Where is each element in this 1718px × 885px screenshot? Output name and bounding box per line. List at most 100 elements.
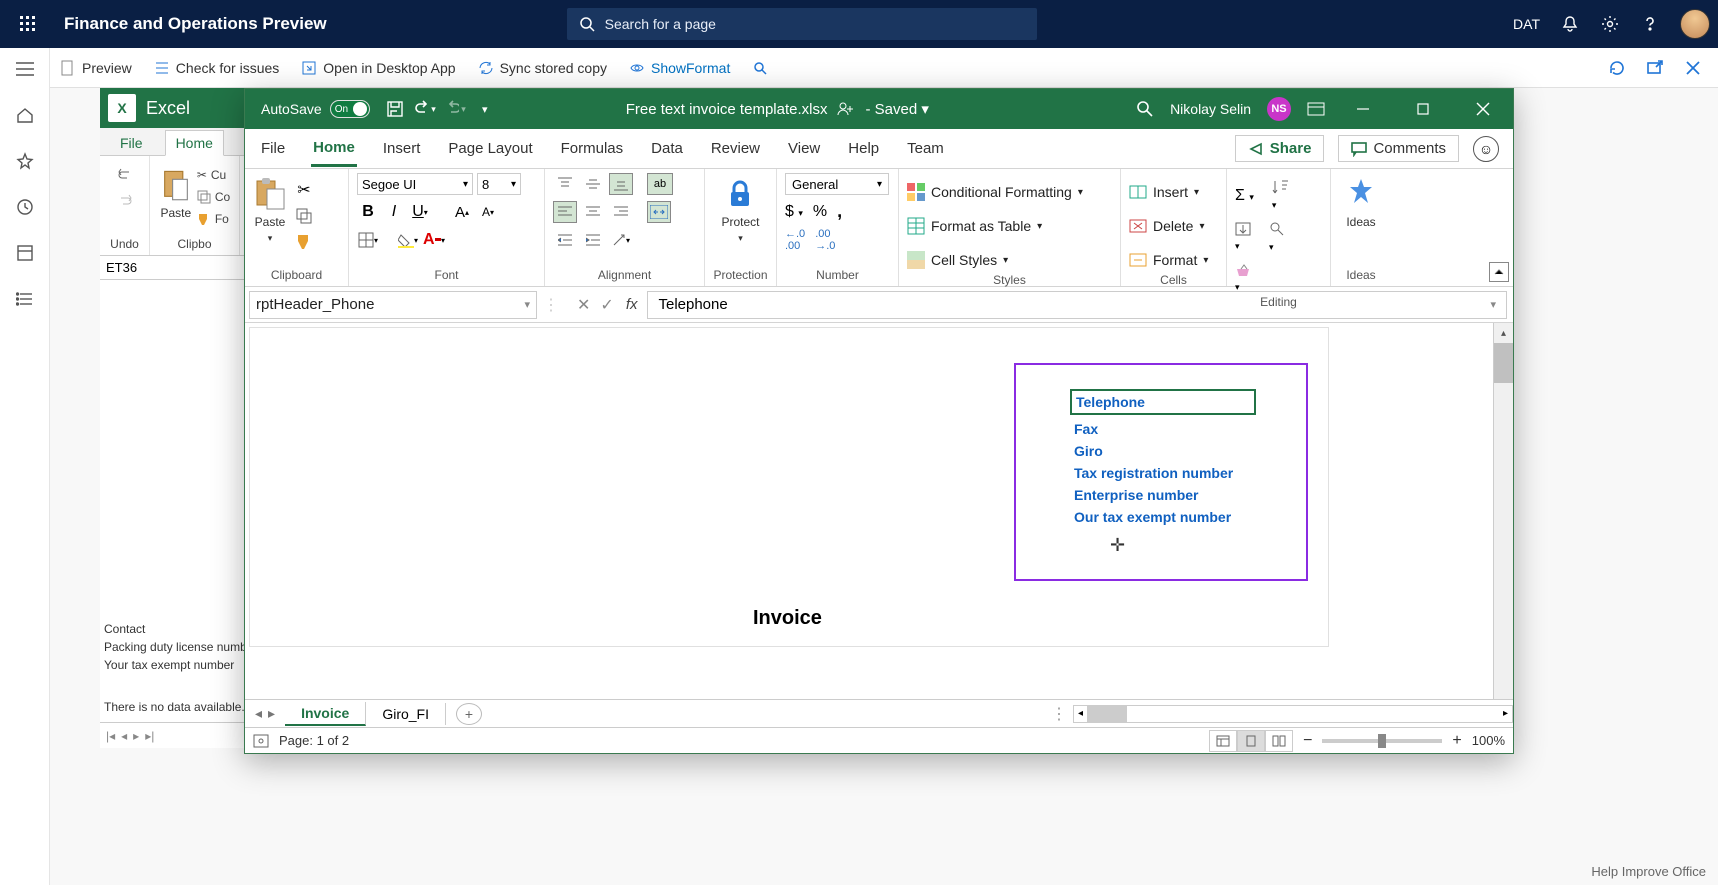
- wrap-text-icon[interactable]: ab: [647, 173, 673, 195]
- align-left-icon[interactable]: [553, 201, 577, 223]
- clear-icon[interactable]: ▾: [1235, 263, 1251, 295]
- hamburger-icon[interactable]: [14, 58, 36, 80]
- percent-icon[interactable]: %: [813, 203, 827, 221]
- increase-decimal-icon[interactable]: ←.0.00: [785, 228, 805, 252]
- xo-cut[interactable]: ✂ Cu: [197, 168, 230, 182]
- decrease-indent-icon[interactable]: [553, 229, 577, 251]
- fill-color-icon[interactable]: ▾: [397, 229, 419, 251]
- user-initials-badge[interactable]: NS: [1267, 97, 1291, 121]
- comma-icon[interactable]: ,: [837, 201, 842, 222]
- xo-tab-file[interactable]: File: [110, 131, 153, 155]
- field-taxreg[interactable]: Tax registration number: [1070, 465, 1306, 481]
- redo-icon[interactable]: ▾: [444, 98, 466, 120]
- decrease-font-icon[interactable]: A▾: [477, 201, 499, 223]
- title-search-icon[interactable]: [1136, 100, 1154, 118]
- field-ourtax[interactable]: Our tax exempt number: [1070, 509, 1306, 525]
- align-bottom-icon[interactable]: [609, 173, 633, 195]
- popout-icon[interactable]: [1646, 59, 1664, 77]
- decrease-decimal-icon[interactable]: .00→.0: [815, 228, 835, 252]
- waffle-icon[interactable]: [8, 16, 48, 32]
- zoom-level[interactable]: 100%: [1472, 733, 1505, 748]
- fill-icon[interactable]: ▾: [1235, 222, 1251, 254]
- increase-font-icon[interactable]: A▴: [451, 201, 473, 223]
- find-icon[interactable]: ▾: [1269, 221, 1285, 255]
- ribbon-options-icon[interactable]: [1307, 102, 1325, 116]
- font-color-icon[interactable]: A▾: [423, 229, 445, 251]
- xo-paste[interactable]: Paste: [159, 164, 193, 237]
- undo-icon[interactable]: ▾: [414, 98, 436, 120]
- cancel-formula-icon[interactable]: ✕: [577, 295, 590, 315]
- accounting-icon[interactable]: $ ▾: [785, 203, 803, 221]
- star-icon[interactable]: [14, 150, 36, 172]
- field-enterprise[interactable]: Enterprise number: [1070, 487, 1306, 503]
- vertical-scrollbar[interactable]: ▴: [1493, 323, 1513, 699]
- fx-icon[interactable]: fx: [626, 296, 638, 313]
- merge-icon[interactable]: [647, 201, 671, 223]
- number-format-select[interactable]: General▾: [785, 173, 889, 195]
- autosave-toggle[interactable]: AutoSave On: [261, 100, 370, 118]
- feedback-icon[interactable]: ☺: [1473, 136, 1499, 162]
- preview-button[interactable]: Preview: [60, 60, 132, 76]
- module-icon[interactable]: [14, 242, 36, 264]
- company-picker[interactable]: DAT: [1513, 16, 1540, 32]
- tab-home[interactable]: Home: [311, 131, 357, 167]
- worksheet-area[interactable]: Telephone Fax Giro Tax registration numb…: [245, 323, 1513, 699]
- gear-icon[interactable]: [1600, 14, 1620, 34]
- align-top-icon[interactable]: [553, 173, 577, 195]
- search-toolbar-icon[interactable]: [752, 60, 768, 76]
- orientation-icon[interactable]: ▾: [609, 229, 633, 251]
- cell-styles-button[interactable]: Cell Styles ▾: [907, 247, 1008, 273]
- collapse-ribbon-icon[interactable]: [1489, 262, 1509, 282]
- font-size-select[interactable]: 8▾: [477, 173, 521, 195]
- tab-file[interactable]: File: [259, 132, 287, 165]
- font-name-select[interactable]: Segoe UI▾: [357, 173, 473, 195]
- align-middle-icon[interactable]: [581, 173, 605, 195]
- sheet-tab-giro[interactable]: Giro_FI: [366, 703, 446, 725]
- share-button[interactable]: Share: [1235, 135, 1325, 162]
- active-cell[interactable]: Telephone: [1070, 389, 1256, 415]
- page-break-view-icon[interactable]: [1265, 730, 1293, 752]
- zoom-out-button[interactable]: −: [1303, 732, 1312, 750]
- page-layout-view-icon[interactable]: [1237, 730, 1265, 752]
- qat-more-icon[interactable]: ▾: [474, 98, 496, 120]
- tab-help[interactable]: Help: [846, 132, 881, 165]
- formula-input[interactable]: Telephone▾: [647, 291, 1507, 319]
- italic-icon[interactable]: I: [383, 201, 405, 223]
- sheet-nav-prev[interactable]: ◂: [255, 705, 262, 722]
- list-icon[interactable]: [14, 288, 36, 310]
- insert-cells-button[interactable]: Insert ▾: [1129, 179, 1199, 205]
- help-improve-link[interactable]: Help Improve Office: [1591, 864, 1706, 879]
- tab-formulas[interactable]: Formulas: [559, 132, 626, 165]
- refresh-icon[interactable]: [1608, 59, 1626, 77]
- align-right-icon[interactable]: [609, 201, 633, 223]
- sheet-tab-invoice[interactable]: Invoice: [285, 702, 366, 726]
- record-icon[interactable]: [253, 734, 269, 748]
- ideas-button[interactable]: Ideas: [1344, 173, 1378, 229]
- xo-copy[interactable]: Co: [197, 190, 230, 204]
- open-desktop-button[interactable]: Open in Desktop App: [301, 60, 455, 76]
- add-sheet-button[interactable]: +: [456, 703, 482, 725]
- align-center-icon[interactable]: [581, 201, 605, 223]
- bold-icon[interactable]: B: [357, 201, 379, 223]
- sync-button[interactable]: Sync stored copy: [478, 60, 607, 76]
- field-fax[interactable]: Fax: [1070, 421, 1306, 437]
- tab-page-layout[interactable]: Page Layout: [446, 132, 534, 165]
- increase-indent-icon[interactable]: [581, 229, 605, 251]
- tab-data[interactable]: Data: [649, 132, 685, 165]
- format-painter-icon[interactable]: [293, 231, 315, 253]
- tab-review[interactable]: Review: [709, 132, 762, 165]
- zoom-in-button[interactable]: +: [1452, 732, 1461, 750]
- underline-icon[interactable]: U▾: [409, 201, 431, 223]
- tab-insert[interactable]: Insert: [381, 132, 423, 165]
- comments-button[interactable]: Comments: [1338, 135, 1459, 162]
- maximize-button[interactable]: [1401, 89, 1445, 129]
- minimize-button[interactable]: [1341, 89, 1385, 129]
- cut-icon[interactable]: ✂: [293, 179, 315, 201]
- border-icon[interactable]: ▾: [357, 229, 379, 251]
- format-as-table-button[interactable]: Format as Table ▾: [907, 213, 1042, 239]
- sort-filter-icon[interactable]: ▾: [1272, 179, 1290, 213]
- tab-view[interactable]: View: [786, 132, 822, 165]
- zoom-slider[interactable]: [1322, 739, 1442, 743]
- enter-formula-icon[interactable]: ✓: [600, 295, 613, 315]
- help-icon[interactable]: [1640, 14, 1660, 34]
